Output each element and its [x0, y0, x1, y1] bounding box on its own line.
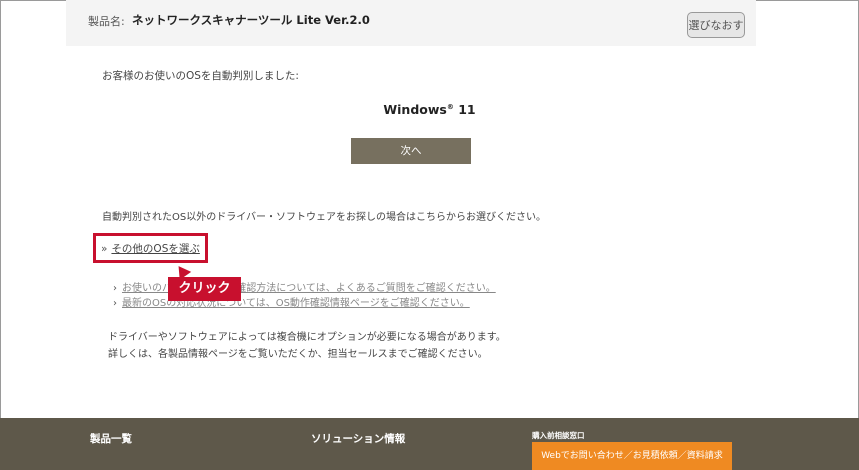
- product-label: 製品名:: [88, 15, 125, 28]
- details-note: 詳しくは、各製品情報ページをご覧いただくか、担当セールスまでご確認ください。: [108, 349, 488, 360]
- chevron-right-icon: ›: [113, 283, 117, 294]
- other-os-message: 自動判別されたOS以外のドライバー・ソフトウェアをお探しの場合はこちらからお選び…: [102, 212, 547, 223]
- option-note: ドライバーやソフトウェアによっては複合機にオプションが必要になる場合があります。: [108, 332, 506, 343]
- os-name: Windows: [383, 102, 447, 117]
- os-compat-link[interactable]: › 最新のOSの対応状況については、OS動作確認情報ページをご確認ください。: [113, 294, 470, 309]
- product-name: ネットワークスキャナーツール Lite Ver.2.0: [132, 13, 370, 27]
- detected-os: Windows® 11: [0, 102, 859, 117]
- os-version: 11: [458, 102, 476, 117]
- footer: 製品一覧 ソリューション情報 購入前相談窓口 Webでお問い合わせ／お見積依頼／…: [0, 418, 859, 470]
- click-callout: クリック: [168, 277, 241, 301]
- chevron-right-icon: ›: [113, 298, 117, 309]
- purchase-consult-heading: 購入前相談窓口: [532, 431, 585, 440]
- footer-solutions-heading[interactable]: ソリューション情報: [311, 431, 405, 446]
- os-detected-message: お客様のお使いのOSを自動判別しました:: [102, 70, 299, 82]
- reselect-button[interactable]: 選びなおす: [687, 12, 745, 38]
- next-button[interactable]: 次へ: [351, 138, 471, 164]
- product-bar: 製品名: ネットワークスキャナーツール Lite Ver.2.0 選びなおす: [66, 0, 756, 46]
- web-contact-button[interactable]: Webでお問い合わせ／お見積依頼／資料請求: [532, 442, 732, 470]
- registered-mark: ®: [446, 102, 454, 111]
- footer-products-heading[interactable]: 製品一覧: [90, 431, 132, 446]
- highlight-box: [93, 233, 208, 263]
